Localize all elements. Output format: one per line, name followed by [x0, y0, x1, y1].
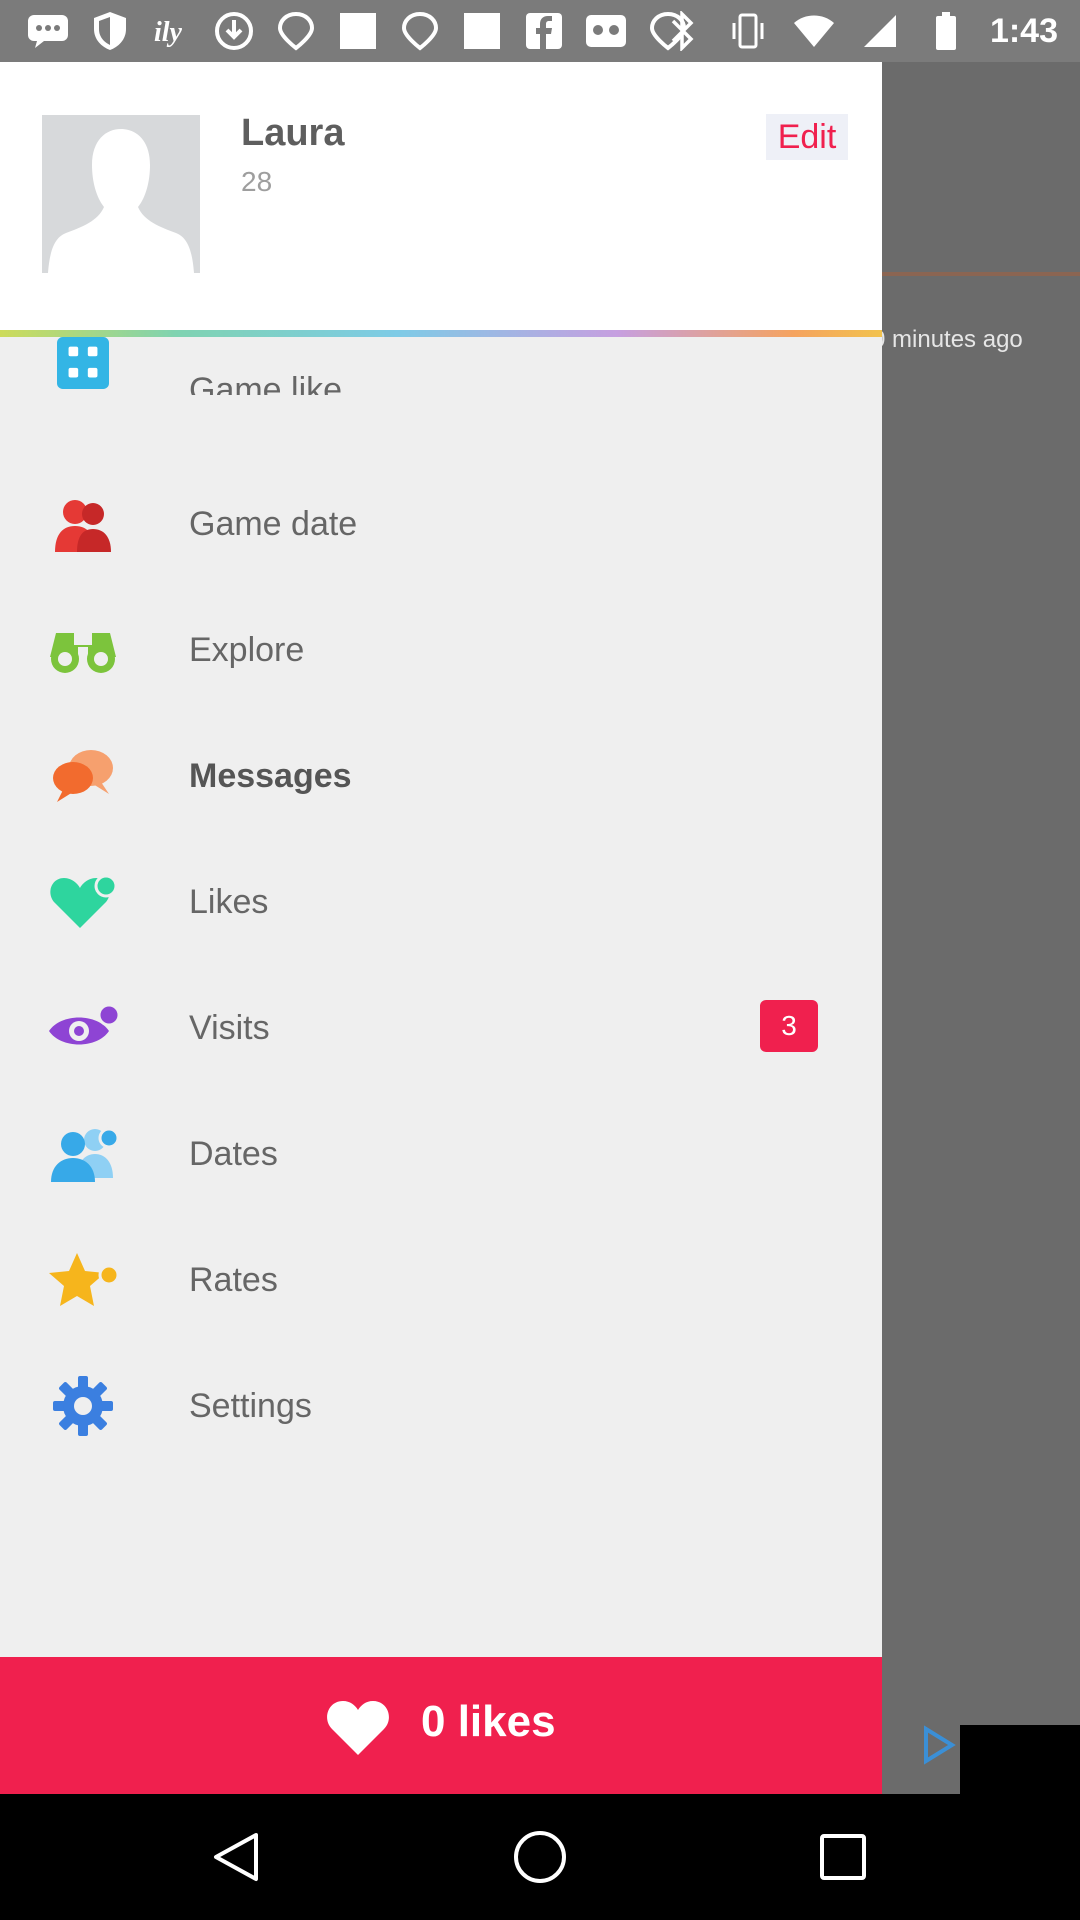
menu-label-rates: Rates: [189, 1261, 278, 1299]
menu-item-rates[interactable]: Rates: [0, 1217, 882, 1343]
menu-item-settings[interactable]: Settings: [0, 1343, 882, 1469]
notification-icons: ily: [26, 8, 690, 54]
bluetooth-icon: [660, 9, 704, 53]
pin-icon: [274, 9, 318, 53]
square-icon: [460, 9, 504, 53]
background-timestamp: 0 minutes ago: [872, 326, 1023, 353]
people-icon: [40, 1111, 126, 1197]
facebook-icon: [522, 9, 566, 53]
menu-label-dates: Dates: [189, 1135, 278, 1173]
profile-age: 28: [241, 166, 273, 197]
avatar[interactable]: [42, 115, 200, 273]
header-gradient-divider: [0, 330, 882, 337]
shield-icon: [88, 9, 132, 53]
navigation-bar: [0, 1794, 1080, 1920]
eye-icon: [40, 985, 126, 1071]
menu-item-game-date[interactable]: Game date: [0, 461, 882, 587]
heart-icon: [325, 1697, 391, 1757]
menu-label-messages: Messages: [189, 757, 352, 795]
vibrate-icon: [726, 9, 770, 53]
system-status-icons: 1:43: [660, 8, 1058, 54]
couple-icon: [40, 481, 126, 567]
dice-icon: [40, 337, 126, 389]
heart-icon: [40, 859, 126, 945]
likes-count-bar[interactable]: 0 likes: [0, 1657, 882, 1794]
menu-label-explore: Explore: [189, 631, 305, 669]
menu-label-visits: Visits: [189, 1009, 270, 1047]
ily-icon: ily: [150, 9, 194, 53]
navigation-drawer: Laura 28 Edit Game like Game date Explor…: [0, 62, 882, 1794]
profile-name: Laura: [241, 112, 345, 154]
gamepad-icon: [584, 9, 628, 53]
square-icon: [336, 9, 380, 53]
home-icon[interactable]: [500, 1817, 580, 1897]
svg-text:ily: ily: [154, 17, 183, 48]
status-time: 1:43: [989, 11, 1058, 50]
menu-item-explore[interactable]: Explore: [0, 587, 882, 713]
menu-label-game-like: Game like: [189, 371, 343, 395]
menu-item-messages[interactable]: Messages: [0, 713, 882, 839]
likes-count-label: 0 likes: [421, 1697, 556, 1746]
profile-header: Laura 28 Edit: [0, 62, 882, 330]
edit-profile-button[interactable]: Edit: [766, 114, 848, 160]
star-icon: [40, 1237, 126, 1323]
user-silhouette-icon: [48, 129, 194, 273]
back-icon[interactable]: [196, 1817, 276, 1897]
binoculars-icon: [40, 607, 126, 693]
menu-label-game-date: Game date: [189, 505, 358, 543]
chat-icon: [40, 733, 126, 819]
battery-icon: [924, 9, 968, 53]
visits-count-badge: 3: [760, 1000, 818, 1052]
menu-label-likes: Likes: [189, 883, 269, 921]
menu-item-dates[interactable]: Dates: [0, 1091, 882, 1217]
recents-icon[interactable]: [803, 1817, 883, 1897]
menu-item-game-like[interactable]: Game like: [0, 337, 882, 395]
download-icon: [212, 9, 256, 53]
menu-item-visits[interactable]: Visits 3: [0, 965, 882, 1091]
status-bar: ily 1:43: [0, 0, 1080, 62]
chat-bubbles-icon: [26, 9, 70, 53]
pin-icon: [398, 9, 442, 53]
gear-icon: [40, 1363, 126, 1449]
ad-choices-icon[interactable]: [918, 1725, 958, 1765]
signal-icon: [858, 9, 902, 53]
wifi-icon: [792, 9, 836, 53]
menu-label-settings: Settings: [189, 1387, 312, 1425]
menu-item-likes[interactable]: Likes: [0, 839, 882, 965]
